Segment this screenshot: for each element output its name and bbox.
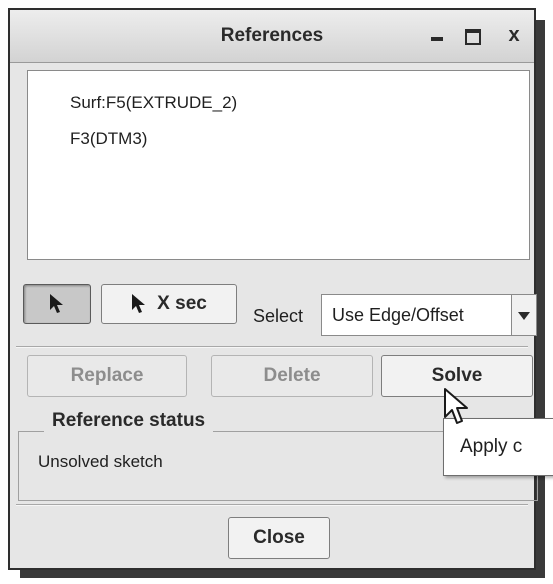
select-value: Use Edge/Offset — [332, 305, 464, 325]
references-dialog: References x Surf:F5(EXTRUDE_2) F3(DTM3)… — [8, 8, 538, 570]
separator — [16, 346, 528, 348]
references-list[interactable]: Surf:F5(EXTRUDE_2) F3(DTM3) — [27, 70, 530, 260]
list-item[interactable]: Surf:F5(EXTRUDE_2) — [70, 93, 237, 113]
list-item[interactable]: F3(DTM3) — [70, 129, 147, 149]
select-label: Select — [253, 306, 304, 326]
status-text: Unsolved sketch — [38, 452, 163, 471]
reference-status-label: Reference status — [44, 410, 214, 432]
mouse-cursor-icon — [444, 388, 468, 424]
replace-button[interactable]: Replace — [27, 355, 187, 397]
tooltip-text: Apply c — [460, 436, 523, 457]
separator — [16, 504, 528, 506]
close-button[interactable]: Close — [228, 517, 330, 559]
select-dropdown[interactable]: Use Edge/Offset — [321, 294, 537, 336]
delete-button[interactable]: Delete — [211, 355, 373, 397]
close-icon[interactable]: x — [502, 22, 526, 48]
arrow-pointer-icon — [132, 294, 146, 313]
minimize-icon[interactable] — [426, 22, 450, 48]
select-pointer-button[interactable] — [23, 284, 91, 324]
chevron-down-icon[interactable] — [511, 295, 536, 335]
arrow-pointer-icon — [50, 294, 63, 313]
maximize-icon[interactable] — [462, 22, 486, 48]
dialog-title: References — [220, 25, 324, 46]
xsec-label: X sec — [157, 293, 207, 314]
xsec-button[interactable]: X sec — [101, 284, 237, 324]
title-bar[interactable]: References x — [10, 10, 534, 63]
